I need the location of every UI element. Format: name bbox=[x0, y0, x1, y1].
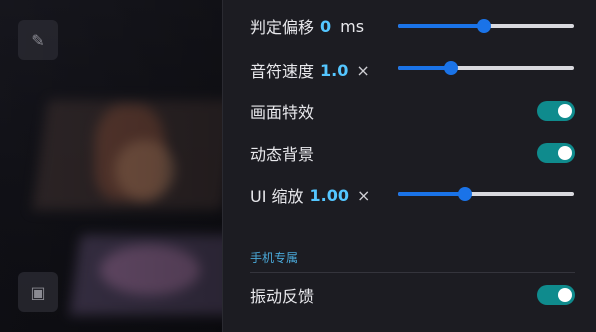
toggle-knob bbox=[558, 146, 572, 160]
ui-scale-label: UI 缩放 bbox=[250, 187, 304, 206]
toggle-knob bbox=[558, 288, 572, 302]
judge-offset-slider[interactable] bbox=[398, 19, 574, 33]
note-speed-label: 音符速度 bbox=[250, 62, 315, 81]
judge-offset-label: 判定偏移 bbox=[250, 18, 315, 37]
section-title-mobile: 手机专属 bbox=[250, 249, 575, 273]
note-speed-slider[interactable] bbox=[398, 61, 574, 75]
ui-scale-unit: × bbox=[357, 185, 371, 205]
note-speed-row: 音符速度 1.0 × bbox=[250, 55, 575, 85]
visual-effects-label: 画面特效 bbox=[250, 103, 315, 122]
shop-icon: ▣ bbox=[30, 282, 46, 302]
dynamic-background-label: 动态背景 bbox=[250, 145, 315, 164]
visual-effects-toggle[interactable] bbox=[537, 101, 575, 121]
judge-offset-value: 0 bbox=[320, 16, 332, 36]
judge-offset-unit: ms bbox=[340, 16, 365, 36]
visual-effects-row: 画面特效 bbox=[250, 96, 575, 126]
ui-scale-slider-fill bbox=[398, 192, 465, 196]
dynamic-background-row: 动态背景 bbox=[250, 138, 575, 168]
note-speed-value: 1.0 bbox=[320, 60, 349, 80]
edit-button[interactable]: ✎ bbox=[18, 20, 58, 60]
ui-scale-slider[interactable] bbox=[398, 187, 574, 201]
ui-scale-value: 1.00 bbox=[309, 185, 350, 205]
vibration-feedback-label: 振动反馈 bbox=[250, 287, 315, 306]
note-speed-unit: × bbox=[356, 60, 370, 80]
toggle-knob bbox=[558, 104, 572, 118]
shop-button[interactable]: ▣ bbox=[18, 272, 58, 312]
pencil-icon: ✎ bbox=[31, 30, 45, 50]
settings-panel: 判定偏移 0 ms 音符速度 1.0 × 画面特效 动态背景 UI 缩放 1.0… bbox=[222, 0, 596, 332]
dynamic-background-toggle[interactable] bbox=[537, 143, 575, 163]
ui-scale-slider-knob[interactable] bbox=[457, 187, 472, 201]
note-speed-slider-knob[interactable] bbox=[443, 61, 458, 75]
vibration-feedback-toggle[interactable] bbox=[537, 285, 575, 305]
judge-offset-slider-fill bbox=[398, 24, 485, 28]
note-speed-slider-fill bbox=[398, 66, 451, 70]
vibration-feedback-row: 振动反馈 bbox=[250, 280, 575, 310]
